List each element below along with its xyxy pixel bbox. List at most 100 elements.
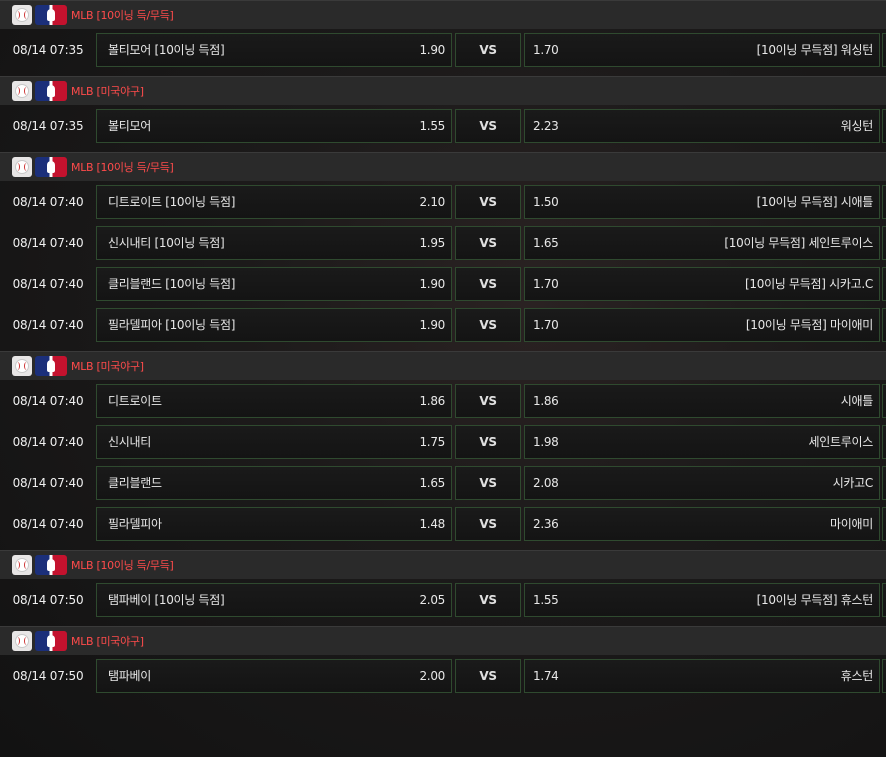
league-header: MLB [10이닝 득/무득]: [0, 152, 886, 181]
draw-vs-button[interactable]: VS: [455, 307, 521, 342]
mlb-logo-icon: [35, 555, 67, 575]
vs-label: VS: [479, 393, 497, 408]
away-odd: 1.55: [533, 592, 559, 607]
match-time: 08/14 07:40: [12, 235, 84, 250]
extra-market-button[interactable]: [882, 108, 886, 143]
home-team-name: 디트로이트 [10이닝 득점]: [108, 195, 236, 209]
vs-label: VS: [479, 42, 497, 57]
home-bet-button[interactable]: 신시내티 [10이닝 득점] 1.95: [96, 225, 452, 260]
league-name: MLB [미국야구]: [71, 635, 144, 648]
home-bet-button[interactable]: 클리블랜드 1.65: [96, 465, 452, 500]
baseball-icon: [12, 157, 32, 177]
match-time: 08/14 07:40: [12, 434, 84, 449]
league-name: MLB [10이닝 득/무득]: [71, 9, 174, 22]
home-odd: 1.48: [419, 516, 445, 531]
extra-market-button[interactable]: [882, 307, 886, 342]
draw-vs-button[interactable]: VS: [455, 582, 521, 617]
vs-label: VS: [479, 592, 497, 607]
draw-vs-button[interactable]: VS: [455, 506, 521, 541]
league-header: MLB [10이닝 득/무득]: [0, 550, 886, 579]
mlb-logo-icon: [35, 157, 67, 177]
draw-vs-button[interactable]: VS: [455, 108, 521, 143]
away-bet-button[interactable]: 1.50 [10이닝 무득점] 시애틀: [524, 184, 880, 219]
home-bet-button[interactable]: 볼티모어 [10이닝 득점] 1.90: [96, 32, 452, 67]
away-bet-button[interactable]: 1.98 세인트루이스: [524, 424, 880, 459]
home-odd: 2.10: [419, 194, 445, 209]
away-bet-button[interactable]: 2.23 워싱턴: [524, 108, 880, 143]
extra-market-button[interactable]: [882, 465, 886, 500]
home-team-name: 신시내티 [10이닝 득점]: [108, 236, 225, 250]
baseball-icon: [12, 356, 32, 376]
draw-vs-button[interactable]: VS: [455, 383, 521, 418]
away-bet-button[interactable]: 2.08 시카고C: [524, 465, 880, 500]
home-bet-button[interactable]: 신시내티 1.75: [96, 424, 452, 459]
away-team-name: 세인트루이스: [808, 435, 874, 449]
home-bet-button[interactable]: 볼티모어 1.55: [96, 108, 452, 143]
extra-market-button[interactable]: [882, 225, 886, 260]
vs-label: VS: [479, 668, 497, 683]
home-team-name: 탬파베이 [10이닝 득점]: [108, 593, 225, 607]
match-time: 08/14 07:50: [12, 592, 84, 607]
extra-market-button[interactable]: [882, 383, 886, 418]
extra-market-button[interactable]: [882, 658, 886, 693]
away-odd: 1.86: [533, 393, 559, 408]
draw-vs-button[interactable]: VS: [455, 32, 521, 67]
extra-market-button[interactable]: [882, 424, 886, 459]
away-bet-button[interactable]: 2.36 마이애미: [524, 506, 880, 541]
draw-vs-button[interactable]: VS: [455, 225, 521, 260]
home-bet-button[interactable]: 필라델피아 [10이닝 득점] 1.90: [96, 307, 452, 342]
away-odd: 1.70: [533, 317, 559, 332]
away-bet-button[interactable]: 1.55 [10이닝 무득점] 휴스턴: [524, 582, 880, 617]
league-name: MLB [10이닝 득/무득]: [71, 559, 174, 572]
vs-label: VS: [479, 235, 497, 250]
home-team-name: 필라델피아: [108, 517, 162, 531]
mlb-logo-icon: [35, 631, 67, 651]
vs-label: VS: [479, 194, 497, 209]
away-bet-button[interactable]: 1.70 [10이닝 무득점] 워싱턴: [524, 32, 880, 67]
mlb-logo-icon: [35, 81, 67, 101]
home-team-name: 필라델피아 [10이닝 득점]: [108, 318, 236, 332]
league-header: MLB [미국야구]: [0, 76, 886, 105]
draw-vs-button[interactable]: VS: [455, 266, 521, 301]
extra-market-button[interactable]: [882, 582, 886, 617]
match-time: 08/14 07:40: [12, 516, 84, 531]
away-bet-button[interactable]: 1.70 [10이닝 무득점] 마이애미: [524, 307, 880, 342]
away-odd: 1.50: [533, 194, 559, 209]
draw-vs-button[interactable]: VS: [455, 465, 521, 500]
away-odd: 1.70: [533, 276, 559, 291]
extra-market-button[interactable]: [882, 506, 886, 541]
away-team-name: [10이닝 무득점] 휴스턴: [756, 593, 874, 607]
match-row: 08/14 07:40 클리블랜드 1.65 VS 2.08 시카고C: [0, 462, 886, 503]
home-odd: 1.90: [419, 42, 445, 57]
away-bet-button[interactable]: 1.70 [10이닝 무득점] 시카고.C: [524, 266, 880, 301]
away-bet-button[interactable]: 1.74 휴스턴: [524, 658, 880, 693]
home-bet-button[interactable]: 클리블랜드 [10이닝 득점] 1.90: [96, 266, 452, 301]
league-group: MLB [미국야구] 08/14 07:50 탬파베이 2.00 VS 1.74…: [0, 626, 886, 696]
home-bet-button[interactable]: 디트로이트 [10이닝 득점] 2.10: [96, 184, 452, 219]
home-team-name: 탬파베이: [108, 669, 151, 683]
match-time: 08/14 07:40: [12, 276, 84, 291]
home-bet-button[interactable]: 필라델피아 1.48: [96, 506, 452, 541]
extra-market-button[interactable]: [882, 184, 886, 219]
extra-market-button[interactable]: [882, 32, 886, 67]
away-team-name: [10이닝 무득점] 세인트루이스: [724, 236, 873, 250]
home-bet-button[interactable]: 탬파베이 [10이닝 득점] 2.05: [96, 582, 452, 617]
match-time: 08/14 07:35: [12, 118, 84, 133]
match-time: 08/14 07:40: [12, 317, 84, 332]
home-bet-button[interactable]: 디트로이트 1.86: [96, 383, 452, 418]
vs-label: VS: [479, 434, 497, 449]
vs-label: VS: [479, 118, 497, 133]
draw-vs-button[interactable]: VS: [455, 184, 521, 219]
away-odd: 1.74: [533, 668, 559, 683]
extra-market-button[interactable]: [882, 266, 886, 301]
draw-vs-button[interactable]: VS: [455, 658, 521, 693]
away-bet-button[interactable]: 1.65 [10이닝 무득점] 세인트루이스: [524, 225, 880, 260]
home-team-name: 클리블랜드 [10이닝 득점]: [108, 277, 236, 291]
league-group: MLB [미국야구] 08/14 07:40 디트로이트 1.86 VS 1.8…: [0, 351, 886, 544]
away-odd: 1.98: [533, 434, 559, 449]
away-odd: 2.08: [533, 475, 559, 490]
home-bet-button[interactable]: 탬파베이 2.00: [96, 658, 452, 693]
away-bet-button[interactable]: 1.86 시애틀: [524, 383, 880, 418]
away-odd: 2.36: [533, 516, 559, 531]
draw-vs-button[interactable]: VS: [455, 424, 521, 459]
